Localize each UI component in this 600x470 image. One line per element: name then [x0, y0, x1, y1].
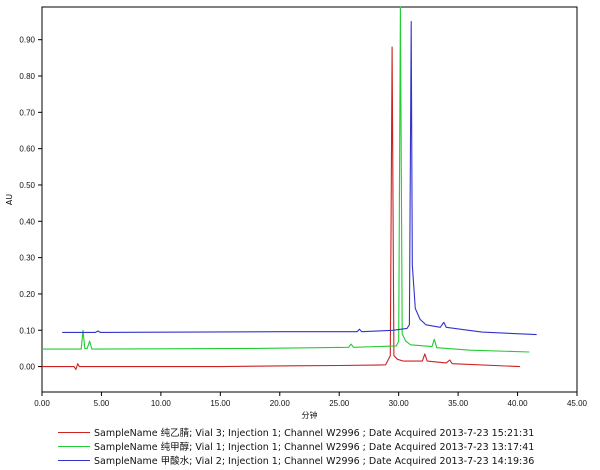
x-tick-label: 30.00 [389, 399, 410, 408]
legend-swatch-red [58, 431, 90, 433]
x-tick-label: 0.00 [34, 399, 50, 408]
x-axis: 0.00 5.00 10.00 15.00 20.00 25.00 30.00 35.00 40… [34, 392, 588, 408]
series-line-0 [42, 46, 520, 371]
x-tick-label: 40.00 [508, 399, 529, 408]
legend-swatch-blue [58, 459, 90, 461]
x-tick-label: 15.00 [210, 399, 231, 408]
y-tick-label: 0.50 [19, 181, 35, 190]
y-tick-label: 0.40 [19, 217, 35, 226]
series-line-1 [42, 6, 530, 353]
x-tick-label: 25.00 [329, 399, 350, 408]
legend-item: SampleName 纯乙腈; Vial 3; Injection 1; Cha… [58, 425, 598, 439]
y-axis: 0.00 0.10 0.20 0.30 0.40 0.50 0.60 0.70 0.80 0.90 [19, 36, 42, 372]
x-tick-label: 35.00 [448, 399, 469, 408]
x-axis-title: 分钟 [302, 410, 318, 420]
legend: SampleName 纯乙腈; Vial 3; Injection 1; Cha… [58, 425, 598, 467]
legend-label: SampleName 甲酸水; Vial 2; Injection 1; Cha… [94, 456, 535, 467]
y-axis-title: AU [5, 194, 14, 205]
x-tick-label: 5.00 [94, 399, 110, 408]
y-tick-label: 0.70 [19, 108, 35, 117]
x-tick-label: 20.00 [270, 399, 291, 408]
legend-item: SampleName 甲酸水; Vial 2; Injection 1; Cha… [58, 453, 598, 467]
series-layer [42, 6, 537, 371]
y-tick-label: 0.10 [19, 326, 35, 335]
y-tick-label: 0.60 [19, 145, 35, 154]
legend-swatch-green [58, 445, 90, 447]
y-tick-label: 0.30 [19, 254, 35, 263]
y-tick-label: 0.00 [19, 363, 35, 372]
legend-item: SampleName 纯甲醇; Vial 1; Injection 1; Cha… [58, 439, 598, 453]
x-tick-label: 45.00 [567, 399, 588, 408]
plot-frame [41, 6, 578, 393]
chromatogram-chart: 0.00 0.10 0.20 0.30 0.40 0.50 0.60 0.70 0.80 0.90… [5, 6, 588, 420]
y-tick-label: 0.20 [19, 290, 35, 299]
series-line-2 [62, 20, 537, 336]
y-tick-label: 0.80 [19, 72, 35, 81]
legend-label: SampleName 纯甲醇; Vial 1; Injection 1; Cha… [94, 442, 535, 453]
y-tick-label: 0.90 [19, 36, 35, 45]
x-tick-label: 10.00 [151, 399, 172, 408]
legend-label: SampleName 纯乙腈; Vial 3; Injection 1; Cha… [94, 428, 535, 439]
